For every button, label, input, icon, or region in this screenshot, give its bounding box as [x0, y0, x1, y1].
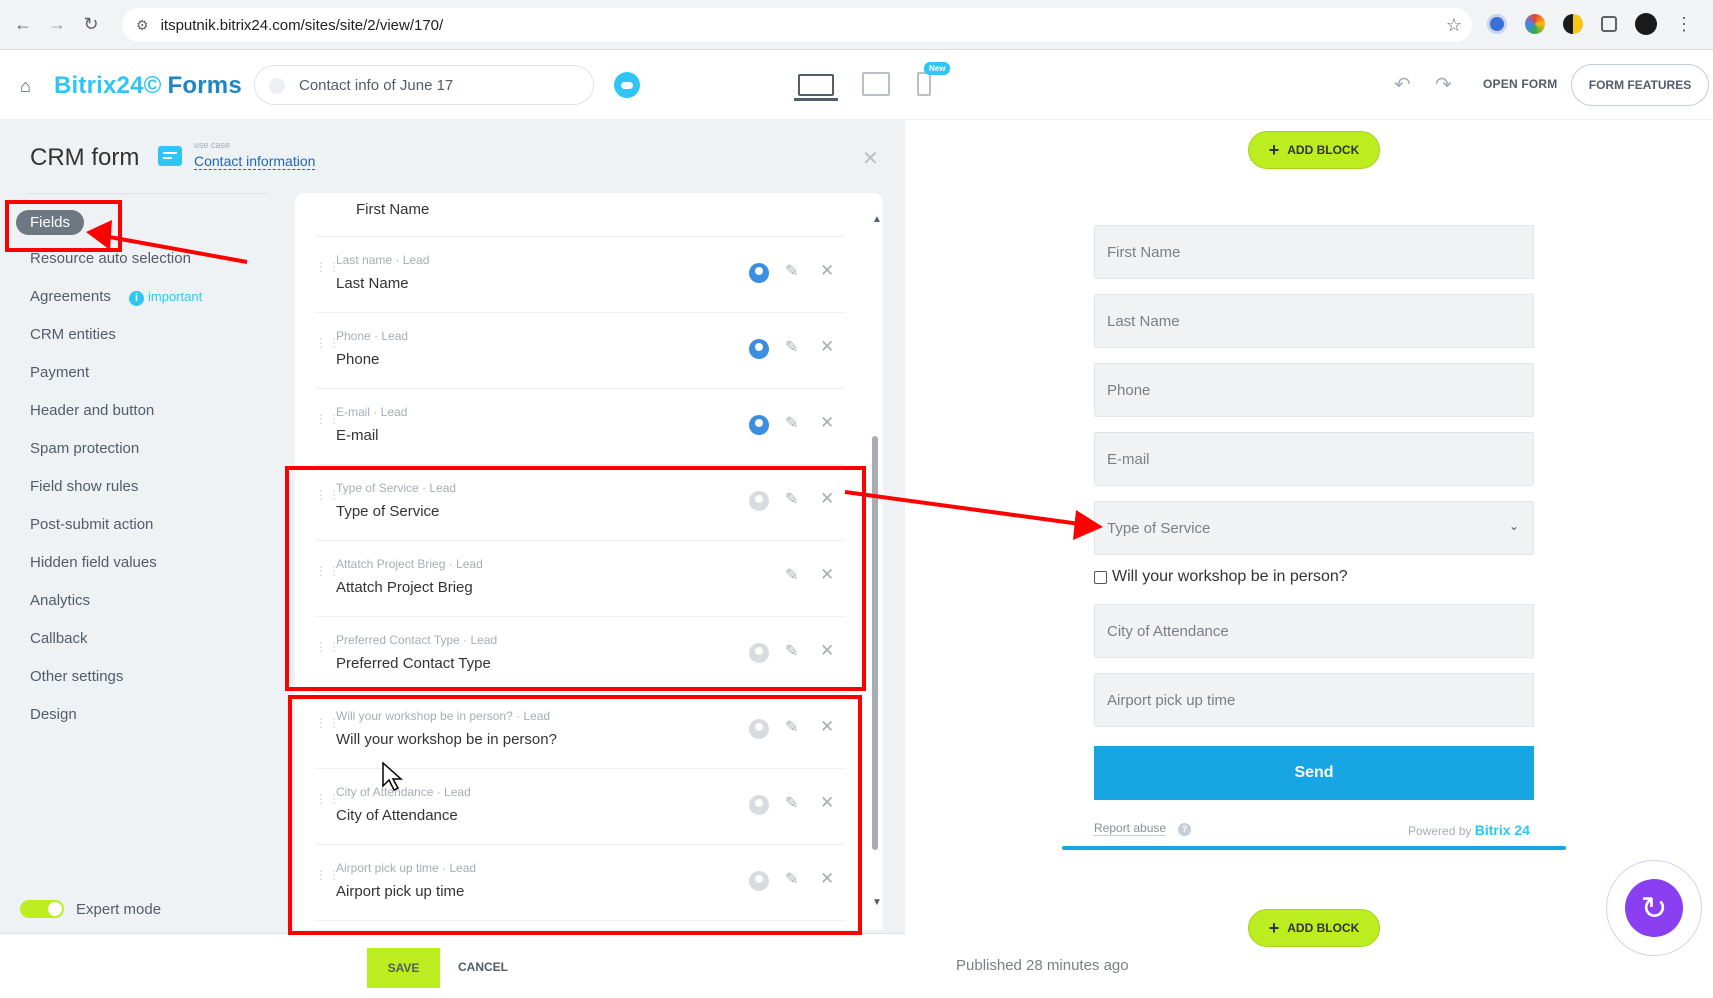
annotation-arrows — [86, 220, 1103, 540]
mouse-cursor-icon — [382, 762, 403, 792]
arrowhead-fields — [86, 220, 112, 250]
arrowhead-preview — [1073, 510, 1103, 540]
arrow-to-preview — [844, 490, 1081, 526]
arrow-to-fields — [103, 234, 248, 264]
